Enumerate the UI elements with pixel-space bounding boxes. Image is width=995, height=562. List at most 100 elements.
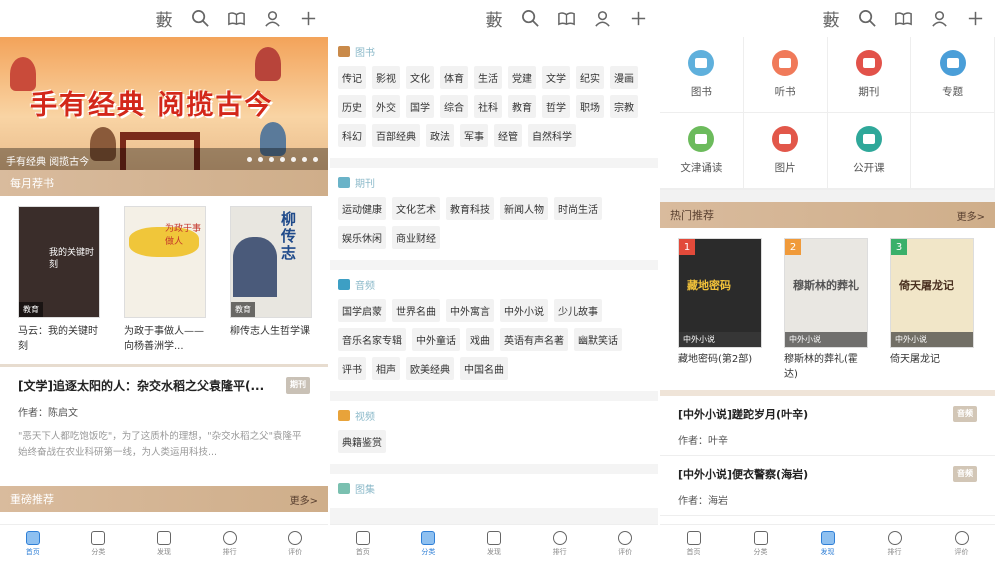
category-tag[interactable]: 历史 [338,95,366,118]
category-tag[interactable]: 英语有声名著 [500,328,568,351]
category-tag[interactable]: 政法 [426,124,454,147]
list-item[interactable]: [中外小说]便衣警察(海岩) 音频 作者：海岩 [660,456,995,516]
category-tag[interactable]: 综合 [440,95,468,118]
nav-discover[interactable]: 发现 [794,525,861,562]
category-tag[interactable]: 百部经典 [372,124,420,147]
category-tag[interactable]: 纪实 [576,66,604,89]
category-tag[interactable]: 影视 [372,66,400,89]
category-tag[interactable]: 中外小说 [500,299,548,322]
book-card[interactable]: 为政于事做人 为政于事做人——向杨善洲学... [124,206,208,354]
category-tag[interactable]: 职场 [576,95,604,118]
category-tag[interactable]: 社科 [474,95,502,118]
bookshelf-icon[interactable]: 藪 [154,9,174,31]
category-tag[interactable]: 教育科技 [446,197,494,220]
book-card[interactable]: 柳传志 教育 柳传志人生哲学课 [230,206,314,354]
category-tag[interactable]: 幽默笑话 [574,328,622,351]
nav-review[interactable]: 评价 [262,525,328,562]
category-tag[interactable]: 漫画 [610,66,638,89]
nav-home[interactable]: 首页 [330,525,396,562]
category-tag[interactable]: 娱乐休闲 [338,226,386,249]
category-entry[interactable]: 文津诵读 [660,113,744,189]
category-tag[interactable]: 中国名曲 [460,357,508,380]
category-tag[interactable]: 运动健康 [338,197,386,220]
reading-icon[interactable] [893,9,913,29]
pager-dot[interactable] [313,157,318,162]
nav-discover[interactable]: 发现 [131,525,197,562]
book-card[interactable]: 1 藏地密码 中外小说 藏地密码(第2部) [678,238,762,382]
category-entry[interactable]: 期刊 [827,37,912,113]
pager-dot[interactable] [291,157,296,162]
plus-icon[interactable] [965,9,985,29]
plus-icon[interactable] [628,9,648,29]
reading-icon[interactable] [556,9,576,29]
bookshelf-icon[interactable]: 藪 [821,9,841,31]
category-tag[interactable]: 宗教 [610,95,638,118]
category-tag[interactable]: 文化 [406,66,434,89]
list-item[interactable]: [中外小说]蹉跎岁月(叶辛) 音频 作者：叶辛 [660,396,995,456]
book-card[interactable]: 2 穆斯林的葬礼 中外小说 穆斯林的葬礼(霍达) [784,238,868,382]
nav-category[interactable]: 分类 [727,525,794,562]
category-entry[interactable]: 专题 [911,37,995,113]
category-entry[interactable]: 听书 [743,37,828,113]
nav-ranking[interactable]: 排行 [197,525,263,562]
search-icon[interactable] [520,9,540,29]
plus-icon[interactable] [298,9,318,29]
category-tag[interactable]: 党建 [508,66,536,89]
user-icon[interactable] [929,9,949,29]
category-tag[interactable]: 欧美经典 [406,357,454,380]
nav-category[interactable]: 分类 [66,525,132,562]
category-tag[interactable]: 典籍鉴赏 [338,430,386,453]
category-tag[interactable]: 音乐名家专辑 [338,328,406,351]
category-tag[interactable]: 商业财经 [392,226,440,249]
category-tag[interactable]: 外交 [372,95,400,118]
category-tag[interactable]: 国学启蒙 [338,299,386,322]
category-tag[interactable]: 哲学 [542,95,570,118]
nav-home[interactable]: 首页 [660,525,727,562]
pager-dot[interactable] [258,157,263,162]
search-icon[interactable] [190,9,210,29]
category-entry[interactable]: 图片 [743,113,828,189]
category-tag[interactable]: 相声 [372,357,400,380]
nav-home[interactable]: 首页 [0,525,66,562]
category-tag[interactable]: 传记 [338,66,366,89]
banner-pager[interactable] [247,157,318,162]
book-card[interactable]: 3 倚天屠龙记 中外小说 倚天屠龙记 [890,238,974,382]
user-icon[interactable] [592,9,612,29]
category-tag[interactable]: 生活 [474,66,502,89]
bookshelf-icon[interactable]: 藪 [484,9,504,31]
pager-dot[interactable] [302,157,307,162]
category-tag[interactable]: 文学 [542,66,570,89]
category-tag[interactable]: 世界名曲 [392,299,440,322]
search-icon[interactable] [857,9,877,29]
nav-review[interactable]: 评价 [592,525,658,562]
category-tag[interactable]: 科幻 [338,124,366,147]
category-tag[interactable]: 教育 [508,95,536,118]
category-tag[interactable]: 评书 [338,357,366,380]
more-link[interactable]: 更多> [957,208,985,223]
reading-icon[interactable] [226,9,246,29]
pager-dot[interactable] [247,157,252,162]
nav-review[interactable]: 评价 [928,525,995,562]
category-tag[interactable]: 自然科学 [528,124,576,147]
category-tag[interactable]: 少儿故事 [554,299,602,322]
category-tag[interactable]: 体育 [440,66,468,89]
more-link[interactable]: 更多> [290,492,318,507]
category-tag[interactable]: 文化艺术 [392,197,440,220]
promo-banner[interactable]: 手有经典 阅揽古今 手有经典 阅揽古今 [0,37,328,170]
category-tag[interactable]: 新闻人物 [500,197,548,220]
category-entry[interactable]: 公开课 [827,113,912,189]
category-entry[interactable]: 图书 [660,37,744,113]
pager-dot[interactable] [280,157,285,162]
category-tag[interactable]: 国学 [406,95,434,118]
nav-ranking[interactable]: 排行 [527,525,593,562]
article-item[interactable]: [文学]追逐太阳的人：杂交水稻之父袁隆平(... 期刊 作者：陈启文 "恶天下人都… [0,364,328,461]
category-tag[interactable]: 经管 [494,124,522,147]
book-card[interactable]: 我的关键时刻 教育 马云：我的关键时刻 [18,206,102,354]
nav-discover[interactable]: 发现 [461,525,527,562]
category-tag[interactable]: 军事 [460,124,488,147]
category-tag[interactable]: 时尚生活 [554,197,602,220]
nav-ranking[interactable]: 排行 [861,525,928,562]
category-tag[interactable]: 中外童话 [412,328,460,351]
user-icon[interactable] [262,9,282,29]
category-tag[interactable]: 戏曲 [466,328,494,351]
